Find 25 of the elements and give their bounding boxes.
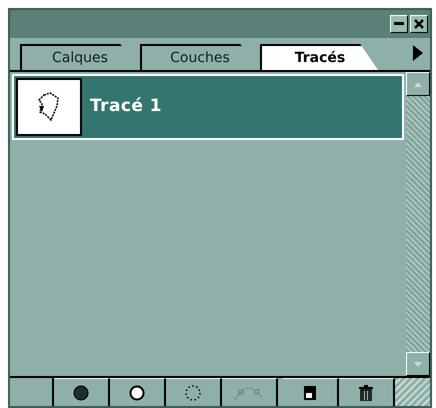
minimize-button[interactable] (390, 15, 408, 33)
circle-outline-icon (129, 384, 145, 400)
filled-circle-icon (73, 384, 89, 400)
toolbar-button[interactable] (110, 378, 166, 406)
minimize-icon (394, 22, 404, 26)
caret-up-icon (414, 82, 422, 86)
path-row[interactable]: Tracé 1 (12, 74, 404, 140)
close-button[interactable] (410, 15, 428, 33)
close-icon (414, 19, 424, 29)
triangle-right-icon (413, 45, 423, 61)
new-page-icon (303, 384, 317, 400)
resize-grip[interactable] (395, 378, 430, 406)
toolbar-button[interactable] (166, 378, 222, 406)
dotted-circle-icon (184, 384, 202, 402)
path-shape-icon (36, 92, 62, 122)
scrollbar[interactable] (406, 72, 430, 376)
tab[interactable]: Tracés (260, 44, 378, 70)
scroll-down-button[interactable] (406, 352, 430, 376)
path-name: Tracé 1 (90, 95, 162, 118)
trash-icon (358, 384, 374, 400)
toolbar-button[interactable] (339, 378, 395, 406)
caret-down-icon (414, 362, 422, 366)
scroll-up-button[interactable] (406, 72, 430, 96)
toolbar-button[interactable] (54, 378, 110, 406)
toolbar-button[interactable] (283, 378, 339, 406)
